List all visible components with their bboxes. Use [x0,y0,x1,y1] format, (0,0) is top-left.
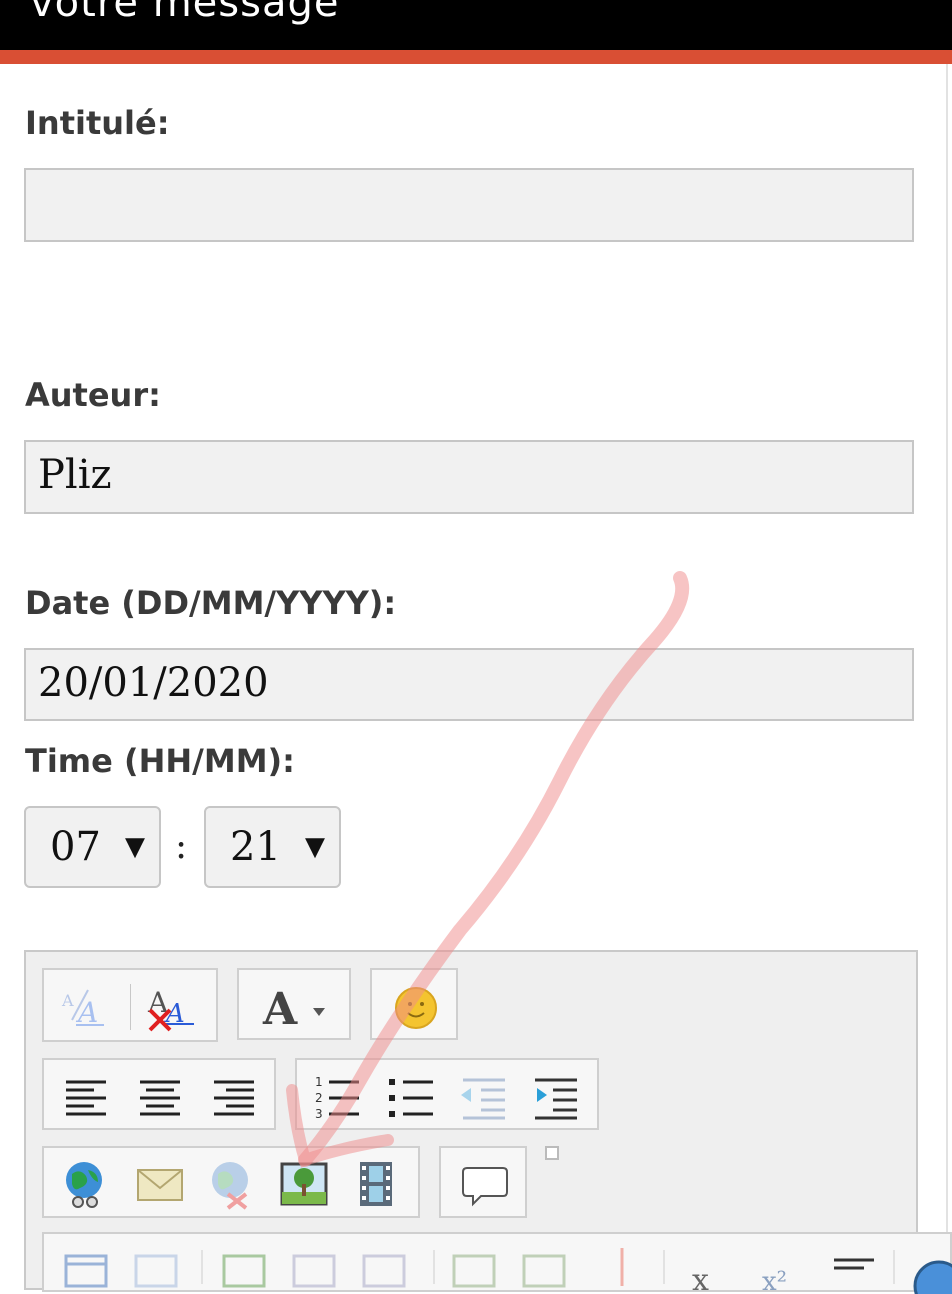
svg-text:A: A [262,984,298,1032]
outdent-icon[interactable] [457,1070,509,1122]
toolbar-group-lists: 1 2 3 [295,1058,599,1130]
auteur-input[interactable]: Pliz [24,440,914,514]
toolbar-group-quote [439,1146,527,1218]
toolbar-group-emoji [370,968,458,1040]
email-icon[interactable] [134,1158,186,1210]
font-size-icon[interactable]: A A [56,980,108,1032]
header-accent-bar [0,50,952,64]
remove-format-icon[interactable]: A A [144,980,196,1032]
toolbar-group-color: A [237,968,351,1040]
align-center-icon[interactable] [134,1070,186,1122]
time-label: Time (HH/MM): [25,742,295,780]
ordered-list-icon[interactable]: 1 2 3 [311,1070,363,1122]
indent-icon[interactable] [529,1070,581,1122]
svg-text:x²: x² [762,1267,787,1294]
unordered-list-icon[interactable] [385,1070,437,1122]
chevron-down-icon: ▼ [305,832,325,862]
time-separator: : [175,826,188,867]
font-color-icon[interactable]: A [259,980,331,1032]
minute-value: 21 [230,824,281,870]
toolbar-group-font: A A A A [42,968,218,1042]
page-header: votre message [0,0,952,50]
emoji-icon[interactable] [390,980,442,1032]
quote-icon[interactable] [459,1158,511,1210]
image-icon[interactable] [278,1158,330,1210]
minute-select[interactable]: 21 ▼ [204,806,341,888]
toolbar-group-format: x x² [42,1232,952,1294]
toolbar-group-align [42,1058,276,1130]
align-right-icon[interactable] [208,1070,260,1122]
svg-text:A: A [61,991,74,1010]
svg-text:2: 2 [315,1091,323,1105]
toolbar-toggle-checkbox[interactable] [545,1146,559,1160]
svg-text:x: x [692,1263,709,1294]
chevron-down-icon: ▼ [125,832,145,862]
svg-text:1: 1 [315,1075,323,1089]
page-right-border [946,64,948,1274]
page-title: votre message [30,0,340,26]
hour-select[interactable]: 07 ▼ [24,806,161,888]
date-input[interactable]: 20/01/2020 [24,648,914,721]
hour-value: 07 [50,824,101,870]
link-icon[interactable] [60,1158,112,1210]
intitule-label: Intitulé: [25,104,170,142]
unlink-icon[interactable] [206,1158,258,1210]
video-icon[interactable] [350,1158,402,1210]
toolbar-group-insert [42,1146,420,1218]
date-label: Date (DD/MM/YYYY): [25,584,397,622]
intitule-input[interactable] [24,168,914,242]
toolbar-row4-icons: x x² [64,1248,952,1294]
auteur-label: Auteur: [25,376,161,414]
align-left-icon[interactable] [60,1070,112,1122]
svg-text:3: 3 [315,1107,323,1121]
